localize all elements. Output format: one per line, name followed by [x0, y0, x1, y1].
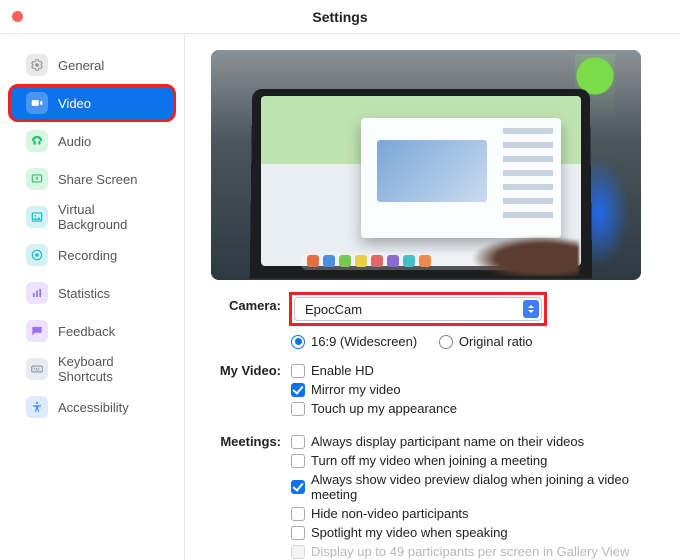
- checkbox-icon: [291, 402, 305, 416]
- close-window-button[interactable]: [12, 11, 23, 22]
- audio-icon: [26, 130, 48, 152]
- checkbox-mirror-video[interactable]: Mirror my video: [291, 382, 660, 397]
- sidebar-item-label: Share Screen: [58, 172, 138, 187]
- checkbox-icon: [291, 364, 305, 378]
- gear-icon: [26, 54, 48, 76]
- meetings-label: Meetings:: [211, 430, 291, 449]
- sidebar-item-label: Audio: [58, 134, 91, 149]
- checkbox-label: Always show video preview dialog when jo…: [311, 472, 660, 502]
- sidebar-item-audio[interactable]: Audio: [10, 124, 174, 158]
- checkbox-label: Enable HD: [311, 363, 374, 378]
- stepper-icon: [523, 300, 539, 318]
- sidebar-item-label: Video: [58, 96, 91, 111]
- checkbox-icon: [291, 526, 305, 540]
- accessibility-icon: [26, 396, 48, 418]
- checkbox-icon: [291, 383, 305, 397]
- sidebar-item-general[interactable]: General: [10, 48, 174, 82]
- radio-icon: [439, 335, 453, 349]
- sidebar-item-share-screen[interactable]: Share Screen: [10, 162, 174, 196]
- sidebar-item-label: Accessibility: [58, 400, 129, 415]
- content: General Video Audio Share Screen Virtual: [0, 34, 680, 560]
- radio-widescreen[interactable]: 16:9 (Widescreen): [291, 334, 417, 349]
- keyboard-icon: [26, 358, 48, 380]
- row-camera: Camera: EpocCam 16:9 (Widescreen): [211, 294, 660, 353]
- sidebar-item-virtual-background[interactable]: Virtual Background: [10, 200, 174, 234]
- sidebar-item-label: General: [58, 58, 104, 73]
- main-pane: Camera: EpocCam 16:9 (Widescreen): [185, 34, 680, 560]
- share-icon: [26, 168, 48, 190]
- checkbox-off-on-join[interactable]: Turn off my video when joining a meeting: [291, 453, 660, 468]
- sidebar: General Video Audio Share Screen Virtual: [0, 34, 185, 560]
- sidebar-item-label: Virtual Background: [58, 202, 164, 232]
- feedback-icon: [26, 320, 48, 342]
- video-icon: [26, 92, 48, 114]
- sidebar-item-label: Statistics: [58, 286, 110, 301]
- checkbox-touch-up[interactable]: Touch up my appearance: [291, 401, 660, 416]
- my-video-label: My Video:: [211, 359, 291, 378]
- radio-label: 16:9 (Widescreen): [311, 334, 417, 349]
- checkbox-hide-nonvideo[interactable]: Hide non-video participants: [291, 506, 660, 521]
- row-my-video: My Video: Enable HD Mirror my video Touc…: [211, 359, 660, 420]
- sidebar-item-label: Recording: [58, 248, 117, 263]
- checkbox-spotlight[interactable]: Spotlight my video when speaking: [291, 525, 660, 540]
- checkbox-icon: [291, 454, 305, 468]
- checkbox-icon: [291, 480, 305, 494]
- sidebar-item-feedback[interactable]: Feedback: [10, 314, 174, 348]
- camera-select[interactable]: EpocCam: [294, 297, 542, 321]
- radio-icon: [291, 335, 305, 349]
- row-meetings: Meetings: Always display participant nam…: [211, 430, 660, 560]
- sidebar-item-video[interactable]: Video: [10, 86, 174, 120]
- recording-icon: [26, 244, 48, 266]
- checkbox-label: Turn off my video when joining a meeting: [311, 453, 547, 468]
- settings-form: Camera: EpocCam 16:9 (Widescreen): [211, 294, 660, 560]
- sidebar-item-keyboard-shortcuts[interactable]: Keyboard Shortcuts: [10, 352, 174, 386]
- checkbox-label: Display up to 49 participants per screen…: [311, 544, 629, 559]
- checkbox-label: Touch up my appearance: [311, 401, 457, 416]
- checkbox-icon: [291, 507, 305, 521]
- window-title: Settings: [0, 9, 680, 25]
- camera-label: Camera:: [211, 294, 291, 313]
- checkbox-label: Hide non-video participants: [311, 506, 469, 521]
- sidebar-item-label: Keyboard Shortcuts: [58, 354, 164, 384]
- radio-label: Original ratio: [459, 334, 533, 349]
- background-icon: [26, 206, 48, 228]
- radio-original-ratio[interactable]: Original ratio: [439, 334, 533, 349]
- checkbox-preview-dialog[interactable]: Always show video preview dialog when jo…: [291, 472, 660, 502]
- checkbox-label: Always display participant name on their…: [311, 434, 584, 449]
- checkbox-icon: [291, 545, 305, 559]
- checkbox-label: Mirror my video: [311, 382, 401, 397]
- checkbox-icon: [291, 435, 305, 449]
- checkbox-enable-hd[interactable]: Enable HD: [291, 363, 660, 378]
- sidebar-item-accessibility[interactable]: Accessibility: [10, 390, 174, 424]
- sidebar-item-label: Feedback: [58, 324, 115, 339]
- sidebar-item-recording[interactable]: Recording: [10, 238, 174, 272]
- video-preview: [211, 50, 641, 280]
- sidebar-item-statistics[interactable]: Statistics: [10, 276, 174, 310]
- titlebar: Settings: [0, 0, 680, 34]
- checkbox-gallery-49: Display up to 49 participants per screen…: [291, 544, 660, 559]
- stats-icon: [26, 282, 48, 304]
- camera-selected-value: EpocCam: [305, 302, 362, 317]
- checkbox-label: Spotlight my video when speaking: [311, 525, 508, 540]
- checkbox-display-names[interactable]: Always display participant name on their…: [291, 434, 660, 449]
